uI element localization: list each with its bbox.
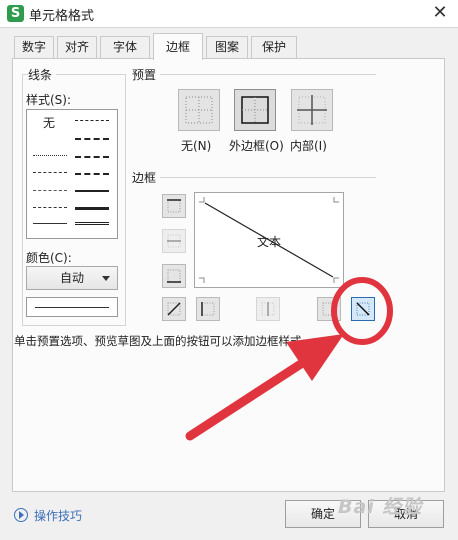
dialog-title: 单元格格式: [29, 9, 95, 24]
border-inner-vertical-icon: [261, 302, 275, 316]
border-group-title: 边框: [132, 169, 161, 186]
border-bottom-button[interactable]: [162, 264, 186, 288]
border-right-icon: [322, 302, 336, 316]
tab-protection[interactable]: 保护: [251, 36, 297, 58]
title-bar: S 单元格格式 ✕: [0, 0, 458, 28]
border-preview[interactable]: 文本: [194, 192, 344, 288]
border-bottom-icon: [167, 269, 181, 283]
preset-none-button[interactable]: [178, 89, 220, 131]
preset-inside-button[interactable]: [291, 89, 333, 131]
preview-text: 文本: [257, 235, 282, 249]
preset-separator: [132, 74, 376, 75]
line-group-left-border: [22, 74, 23, 326]
diagonal-up-icon: [167, 302, 181, 316]
tab-alignment[interactable]: 对齐: [57, 36, 97, 58]
line-sample-preview: [26, 297, 118, 317]
line-group-right-border: [125, 74, 126, 326]
border-diagonal-up-button[interactable]: [162, 297, 186, 321]
border-inner-horizontal-button[interactable]: [162, 229, 186, 253]
tab-border[interactable]: 边框: [153, 33, 203, 60]
line-style-thin-left[interactable]: [33, 223, 67, 224]
watermark: Bai 经验: [338, 496, 423, 518]
wps-logo-icon: S: [7, 5, 24, 22]
tab-font[interactable]: 字体: [100, 36, 150, 58]
color-dropdown[interactable]: 自动: [26, 266, 118, 290]
tab-number[interactable]: 数字: [14, 36, 54, 58]
line-style-thick[interactable]: [75, 207, 109, 210]
border-inside-icon: [297, 95, 327, 125]
border-none-icon: [185, 96, 213, 124]
border-inner-vertical-button[interactable]: [256, 297, 280, 321]
border-left-icon: [201, 302, 215, 316]
hint-text: 单击预置选项、预览草图及上面的按钮可以添加边框样式: [14, 334, 302, 348]
border-inner-horizontal-icon: [167, 234, 181, 248]
border-top-button[interactable]: [162, 194, 186, 218]
preset-outline-label: 外边框(O): [229, 139, 284, 153]
tab-pattern[interactable]: 图案: [206, 36, 248, 58]
preset-outline-button[interactable]: [234, 89, 276, 131]
line-style-double[interactable]: [75, 222, 109, 225]
border-top-icon: [167, 199, 181, 213]
tips-label: 操作技巧: [34, 509, 83, 523]
line-style-medium-dash[interactable]: [75, 173, 109, 175]
dropdown-arrow-icon: [102, 276, 110, 281]
line-style-medium[interactable]: [75, 190, 109, 192]
border-separator: [132, 177, 376, 178]
line-style-dash-dot[interactable]: [33, 190, 67, 191]
close-button[interactable]: ✕: [427, 2, 453, 24]
preset-inside-label: 内部(I): [290, 139, 327, 153]
line-style-dash-fine[interactable]: [33, 172, 67, 173]
style-label: 样式(S):: [26, 93, 72, 107]
play-circle-icon: [14, 508, 28, 522]
line-style-none[interactable]: 无: [43, 114, 55, 131]
border-outline-icon: [241, 96, 269, 124]
line-style-dash[interactable]: [33, 207, 67, 208]
line-style-medium-dash-dot[interactable]: [75, 138, 109, 140]
color-label: 颜色(C):: [26, 251, 72, 265]
line-group-title: 线条: [28, 66, 57, 83]
preset-group-title: 预置: [132, 66, 161, 83]
line-style-dash-dot-dot[interactable]: [75, 120, 109, 121]
line-style-dotted[interactable]: [33, 155, 67, 156]
line-group-bottom-border: [22, 325, 126, 326]
tips-link[interactable]: 操作技巧: [14, 507, 82, 524]
line-style-slanted-dash[interactable]: [75, 156, 109, 158]
color-value: 自动: [59, 271, 84, 285]
border-left-button[interactable]: [196, 297, 220, 321]
diagonal-down-icon: [356, 302, 370, 316]
border-right-button[interactable]: [317, 297, 341, 321]
preset-none-label: 无(N): [181, 139, 212, 153]
line-style-list[interactable]: 无: [26, 109, 118, 239]
border-diagonal-down-button[interactable]: [351, 297, 375, 321]
